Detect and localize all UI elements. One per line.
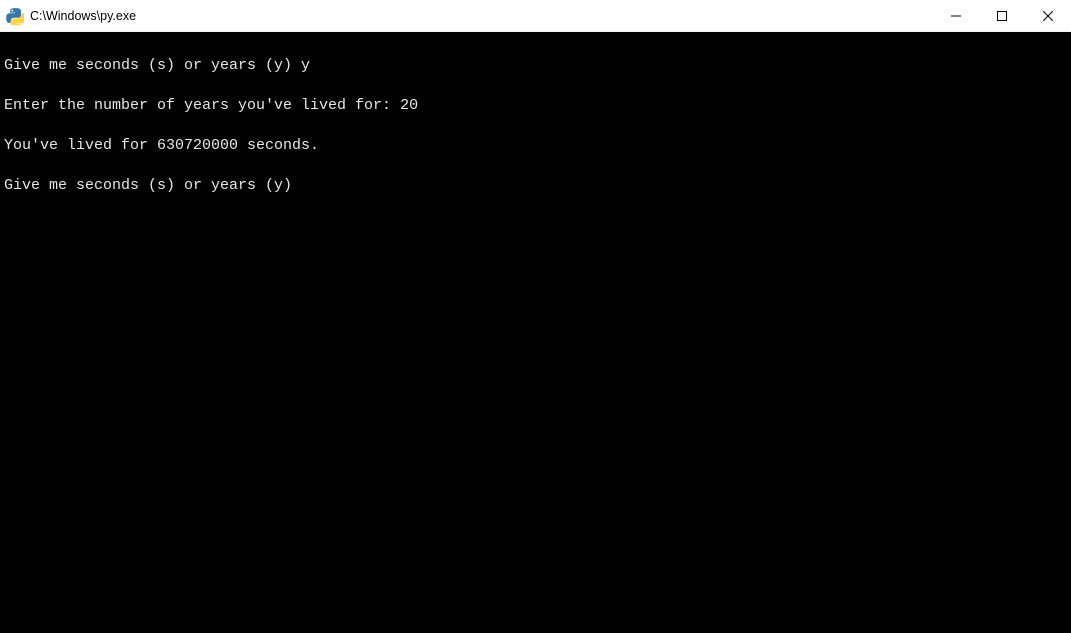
maximize-button[interactable] xyxy=(979,0,1025,31)
close-button[interactable] xyxy=(1025,0,1071,31)
console-output[interactable]: Give me seconds (s) or years (y) y Enter… xyxy=(0,32,1071,633)
console-line: Enter the number of years you've lived f… xyxy=(4,96,1065,116)
console-line: You've lived for 630720000 seconds. xyxy=(4,136,1065,156)
minimize-button[interactable] xyxy=(933,0,979,31)
console-line: Give me seconds (s) or years (y) xyxy=(4,176,1065,196)
window-titlebar[interactable]: C:\Windows\py.exe xyxy=(0,0,1071,32)
window-controls xyxy=(933,0,1071,31)
console-line: Give me seconds (s) or years (y) y xyxy=(4,56,1065,76)
window-title: C:\Windows\py.exe xyxy=(30,9,136,23)
python-icon xyxy=(6,7,24,25)
